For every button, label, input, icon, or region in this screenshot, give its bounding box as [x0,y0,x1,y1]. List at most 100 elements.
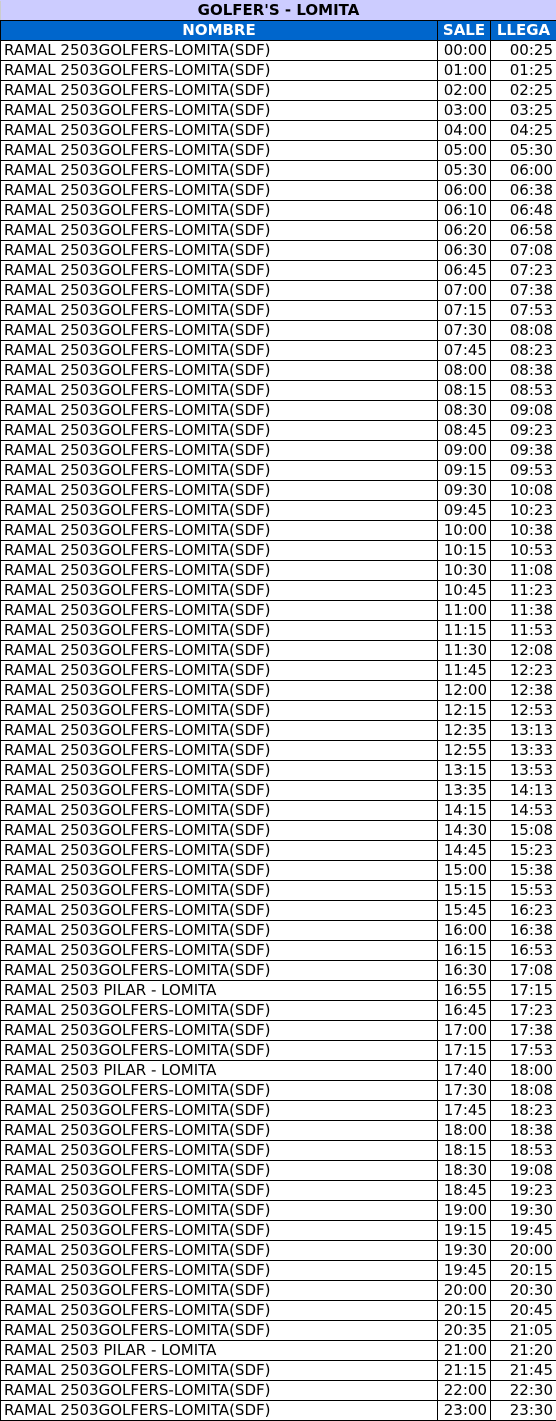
table-row: RAMAL 2503GOLFERS-LOMITA(SDF) 09:00 09:38 [0,440,556,461]
route-name-cell: RAMAL 2503GOLFERS-LOMITA(SDF) [0,960,438,981]
depart-time-cell: 07:45 [437,340,491,361]
route-name-cell: RAMAL 2503GOLFERS-LOMITA(SDF) [0,660,438,681]
depart-time-cell: 10:00 [437,520,491,541]
route-name-cell: RAMAL 2503GOLFERS-LOMITA(SDF) [0,1220,438,1241]
route-name-cell: RAMAL 2503GOLFERS-LOMITA(SDF) [0,620,438,641]
depart-time-cell: 16:30 [437,960,491,981]
route-name-cell: RAMAL 2503GOLFERS-LOMITA(SDF) [0,260,438,281]
depart-time-cell: 13:35 [437,780,491,801]
table-row: RAMAL 2503GOLFERS-LOMITA(SDF) 10:00 10:38 [0,520,556,541]
route-name-cell: RAMAL 2503GOLFERS-LOMITA(SDF) [0,380,438,401]
depart-time-cell: 11:00 [437,600,491,621]
arrive-time-cell: 20:30 [490,1280,556,1301]
depart-time-cell: 09:45 [437,500,491,521]
route-name-cell: RAMAL 2503GOLFERS-LOMITA(SDF) [0,880,438,901]
arrive-time-cell: 13:33 [490,740,556,761]
arrive-time-cell: 08:53 [490,380,556,401]
arrive-time-cell: 10:23 [490,500,556,521]
depart-time-cell: 14:15 [437,800,491,821]
route-name-cell: RAMAL 2503GOLFERS-LOMITA(SDF) [0,920,438,941]
table-row: RAMAL 2503GOLFERS-LOMITA(SDF) 19:45 20:15 [0,1260,556,1281]
route-name-cell: RAMAL 2503GOLFERS-LOMITA(SDF) [0,340,438,361]
arrive-time-cell: 11:08 [490,560,556,581]
table-row: RAMAL 2503GOLFERS-LOMITA(SDF) 10:45 11:23 [0,580,556,601]
table-row: RAMAL 2503GOLFERS-LOMITA(SDF) 07:30 08:08 [0,320,556,341]
schedule-rows: RAMAL 2503GOLFERS-LOMITA(SDF) 00:00 00:25 R… [0,40,556,1421]
arrive-time-cell: 09:38 [490,440,556,461]
arrive-time-cell: 21:20 [490,1340,556,1361]
route-name-cell: RAMAL 2503GOLFERS-LOMITA(SDF) [0,500,438,521]
depart-time-cell: 17:30 [437,1080,491,1101]
depart-time-cell: 19:15 [437,1220,491,1241]
table-row: RAMAL 2503GOLFERS-LOMITA(SDF) 21:15 21:45 [0,1360,556,1381]
route-name-cell: RAMAL 2503GOLFERS-LOMITA(SDF) [0,940,438,961]
arrive-time-cell: 03:25 [490,100,556,121]
route-name-cell: RAMAL 2503GOLFERS-LOMITA(SDF) [0,640,438,661]
arrive-time-cell: 11:38 [490,600,556,621]
depart-time-cell: 17:00 [437,1020,491,1041]
route-name-cell: RAMAL 2503GOLFERS-LOMITA(SDF) [0,400,438,421]
route-name-cell: RAMAL 2503GOLFERS-LOMITA(SDF) [0,60,438,81]
route-name-cell: RAMAL 2503GOLFERS-LOMITA(SDF) [0,300,438,321]
table-row: RAMAL 2503GOLFERS-LOMITA(SDF) 23:00 23:30 [0,1400,556,1421]
table-row: RAMAL 2503GOLFERS-LOMITA(SDF) 12:35 13:13 [0,720,556,741]
table-row: RAMAL 2503GOLFERS-LOMITA(SDF) 11:45 12:23 [0,660,556,681]
table-row: RAMAL 2503GOLFERS-LOMITA(SDF) 15:00 15:38 [0,860,556,881]
route-name-cell: RAMAL 2503GOLFERS-LOMITA(SDF) [0,1140,438,1161]
route-name-cell: RAMAL 2503GOLFERS-LOMITA(SDF) [0,460,438,481]
depart-time-cell: 07:00 [437,280,491,301]
arrive-time-cell: 02:25 [490,80,556,101]
route-name-cell: RAMAL 2503GOLFERS-LOMITA(SDF) [0,1160,438,1181]
depart-time-cell: 15:15 [437,880,491,901]
route-name-cell: RAMAL 2503GOLFERS-LOMITA(SDF) [0,1300,438,1321]
route-name-cell: RAMAL 2503GOLFERS-LOMITA(SDF) [0,680,438,701]
route-name-cell: RAMAL 2503GOLFERS-LOMITA(SDF) [0,40,438,61]
table-row: RAMAL 2503GOLFERS-LOMITA(SDF) 02:00 02:25 [0,80,556,101]
route-name-cell: RAMAL 2503GOLFERS-LOMITA(SDF) [0,720,438,741]
table-row: RAMAL 2503GOLFERS-LOMITA(SDF) 16:15 16:53 [0,940,556,961]
table-row: RAMAL 2503GOLFERS-LOMITA(SDF) 06:30 07:08 [0,240,556,261]
depart-time-cell: 20:15 [437,1300,491,1321]
table-row: RAMAL 2503GOLFERS-LOMITA(SDF) 19:15 19:45 [0,1220,556,1241]
table-row: RAMAL 2503GOLFERS-LOMITA(SDF) 18:30 19:08 [0,1160,556,1181]
depart-time-cell: 09:00 [437,440,491,461]
arrive-time-cell: 08:38 [490,360,556,381]
table-row: RAMAL 2503GOLFERS-LOMITA(SDF) 12:15 12:53 [0,700,556,721]
route-name-cell: RAMAL 2503GOLFERS-LOMITA(SDF) [0,1260,438,1281]
route-name-cell: RAMAL 2503GOLFERS-LOMITA(SDF) [0,1020,438,1041]
arrive-time-cell: 09:08 [490,400,556,421]
route-name-cell: RAMAL 2503GOLFERS-LOMITA(SDF) [0,540,438,561]
table-row: RAMAL 2503GOLFERS-LOMITA(SDF) 17:45 18:23 [0,1100,556,1121]
route-name-cell: RAMAL 2503 PILAR - LOMITA [0,1340,438,1361]
arrive-time-cell: 13:53 [490,760,556,781]
depart-time-cell: 16:55 [437,980,491,1001]
arrive-time-cell: 18:00 [490,1060,556,1081]
depart-time-cell: 12:35 [437,720,491,741]
table-row: RAMAL 2503GOLFERS-LOMITA(SDF) 06:00 06:38 [0,180,556,201]
route-name-cell: RAMAL 2503GOLFERS-LOMITA(SDF) [0,220,438,241]
column-header-depart: SALE [437,20,491,41]
arrive-time-cell: 11:53 [490,620,556,641]
table-row: RAMAL 2503GOLFERS-LOMITA(SDF) 03:00 03:25 [0,100,556,121]
arrive-time-cell: 17:53 [490,1040,556,1061]
arrive-time-cell: 08:08 [490,320,556,341]
arrive-time-cell: 07:23 [490,260,556,281]
route-name-cell: RAMAL 2503GOLFERS-LOMITA(SDF) [0,1320,438,1341]
route-name-cell: RAMAL 2503GOLFERS-LOMITA(SDF) [0,360,438,381]
depart-time-cell: 08:00 [437,360,491,381]
arrive-time-cell: 00:25 [490,40,556,61]
route-name-cell: RAMAL 2503GOLFERS-LOMITA(SDF) [0,240,438,261]
depart-time-cell: 11:30 [437,640,491,661]
table-row: RAMAL 2503GOLFERS-LOMITA(SDF) 20:15 20:45 [0,1300,556,1321]
depart-time-cell: 10:45 [437,580,491,601]
arrive-time-cell: 10:53 [490,540,556,561]
arrive-time-cell: 09:53 [490,460,556,481]
route-name-cell: RAMAL 2503GOLFERS-LOMITA(SDF) [0,280,438,301]
arrive-time-cell: 15:23 [490,840,556,861]
arrive-time-cell: 06:00 [490,160,556,181]
route-name-cell: RAMAL 2503GOLFERS-LOMITA(SDF) [0,1100,438,1121]
table-row: RAMAL 2503GOLFERS-LOMITA(SDF) 08:15 08:53 [0,380,556,401]
route-name-cell: RAMAL 2503GOLFERS-LOMITA(SDF) [0,440,438,461]
route-name-cell: RAMAL 2503GOLFERS-LOMITA(SDF) [0,780,438,801]
table-row: RAMAL 2503GOLFERS-LOMITA(SDF) 14:45 15:23 [0,840,556,861]
